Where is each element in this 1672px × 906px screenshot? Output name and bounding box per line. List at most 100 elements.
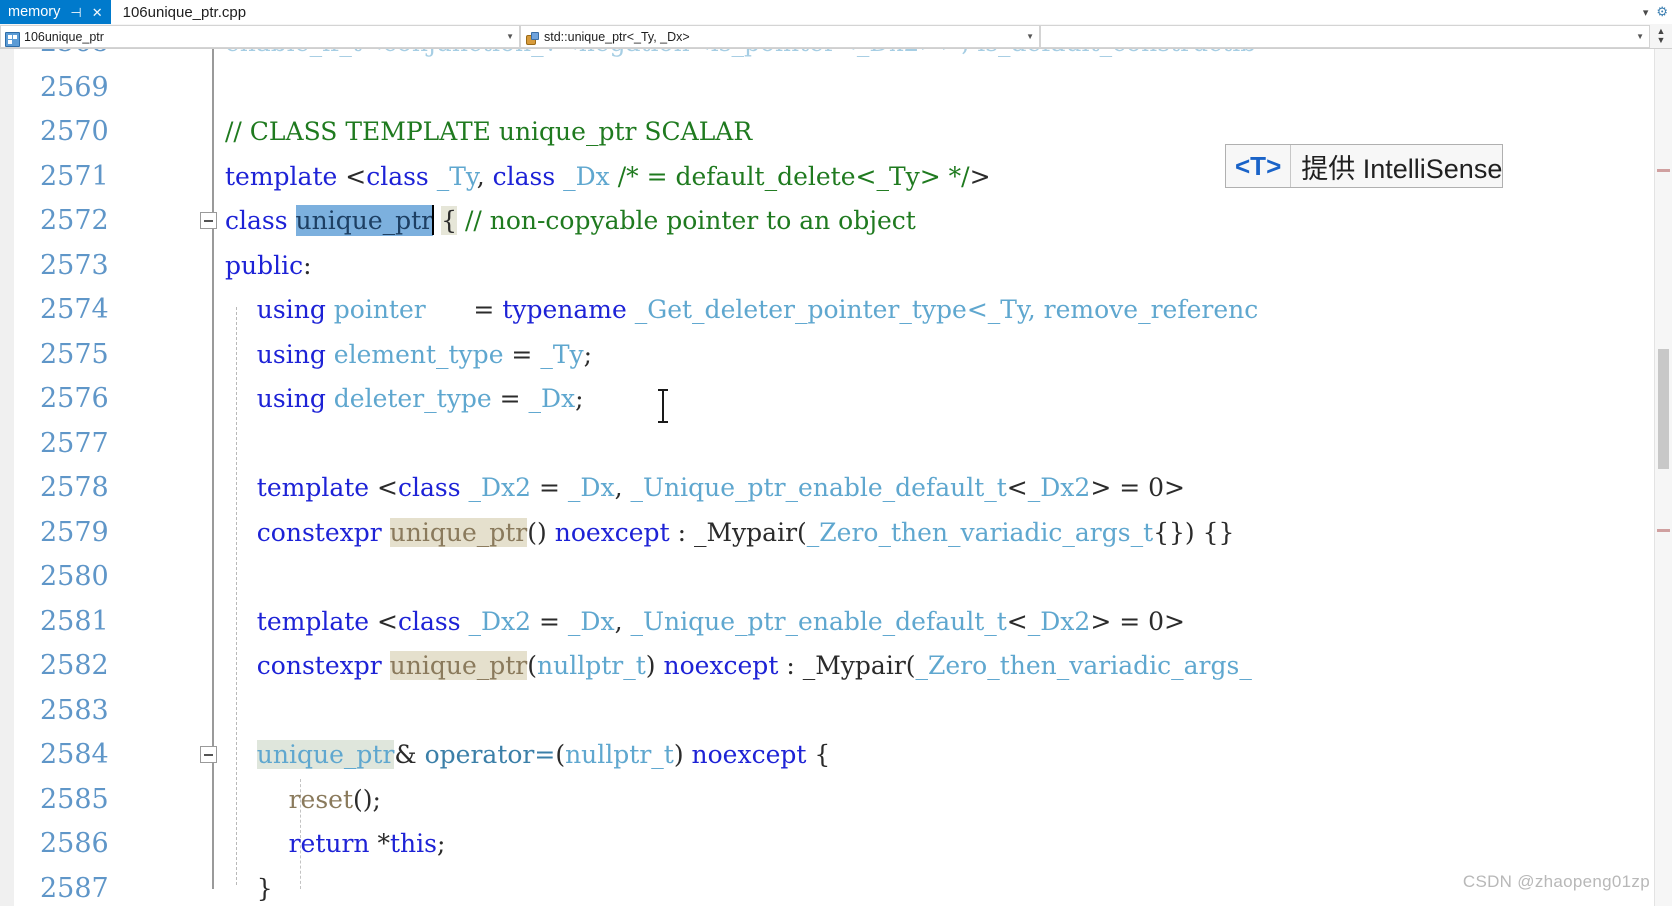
line-number: 2581 bbox=[40, 605, 109, 637]
code-line[interactable]: 2568 enable_if_t<conjunction_v<negation<i… bbox=[0, 49, 1672, 66]
code-token: _Dx2 bbox=[1027, 606, 1091, 636]
tooltip-text: 提供 IntelliSense bbox=[1301, 153, 1503, 184]
tab-106unique-ptr-cpp[interactable]: 106unique_ptr.cpp bbox=[110, 0, 259, 24]
scrollbar-thumb[interactable] bbox=[1658, 349, 1669, 469]
extra-dropdown[interactable]: ▼ bbox=[1040, 25, 1650, 48]
editor-tab-strip: memory ⊣ ✕ 106unique_ptr.cpp ▾ ⚙ bbox=[0, 0, 1672, 25]
pin-icon[interactable]: ⊣ bbox=[70, 6, 81, 19]
vertical-scrollbar[interactable] bbox=[1654, 49, 1672, 906]
line-number: 2587 bbox=[40, 872, 109, 904]
close-icon[interactable]: ✕ bbox=[92, 6, 103, 19]
tab-memory[interactable]: memory ⊣ ✕ bbox=[0, 0, 111, 24]
line-number: 2577 bbox=[40, 427, 109, 459]
code-line[interactable]: 2576 using deleter_type = _Dx; bbox=[0, 377, 1672, 422]
code-token: ; bbox=[436, 829, 446, 858]
line-number: 2585 bbox=[40, 783, 109, 815]
code-token: { bbox=[441, 206, 457, 235]
code-token: _Get_deleter_pointer_type<_Ty, remove_re… bbox=[634, 295, 1259, 324]
code-token: ; bbox=[583, 339, 593, 369]
line-number: 2571 bbox=[40, 160, 109, 192]
chevron-down-icon[interactable]: ▼ bbox=[1636, 32, 1644, 41]
code-line[interactable]: 2581 template <class _Dx2 = _Dx, _Unique… bbox=[0, 600, 1672, 645]
code-token: // non-copyable pointer to an object bbox=[464, 206, 916, 235]
struct-icon bbox=[525, 30, 541, 45]
code-token: : bbox=[778, 651, 803, 680]
collapse-toggle-icon[interactable] bbox=[200, 212, 217, 229]
code-token: ( bbox=[527, 651, 538, 680]
code-line[interactable]: 2575 using element_type = _Ty; bbox=[0, 333, 1672, 378]
code-text: reset(); bbox=[225, 778, 381, 823]
code-text: } bbox=[225, 867, 273, 906]
line-number: 2580 bbox=[40, 561, 109, 592]
chevron-down-icon[interactable]: ▼ bbox=[1026, 32, 1034, 41]
watermark: CSDN @zhaopeng01zp bbox=[1462, 872, 1650, 891]
line-number: 2576 bbox=[40, 383, 109, 414]
code-line[interactable]: 2573 public: bbox=[0, 244, 1672, 289]
code-token: /* = default_delete<_Ty> */ bbox=[617, 161, 970, 191]
code-token: noexcept bbox=[691, 740, 807, 769]
code-line[interactable]: 2582 constexpr unique_ptr(nullptr_t) noe… bbox=[0, 644, 1672, 689]
code-token: public bbox=[225, 250, 304, 280]
code-token: ) bbox=[673, 740, 692, 769]
code-token: < bbox=[1006, 606, 1028, 636]
code-token: & bbox=[394, 740, 425, 769]
code-token: class bbox=[225, 206, 288, 235]
line-number: 2570 bbox=[40, 116, 109, 147]
tab-memory-label: memory bbox=[8, 4, 61, 20]
code-line[interactable]: 2585 reset(); bbox=[0, 778, 1672, 823]
code-line[interactable]: 2584 unique_ptr& operator=(nullptr_t) no… bbox=[0, 733, 1672, 778]
gear-icon[interactable]: ⚙ bbox=[1656, 4, 1668, 20]
code-token: template bbox=[256, 606, 378, 636]
split-view-icon[interactable]: ▲ ▼ bbox=[1650, 24, 1672, 48]
code-token: , bbox=[476, 161, 493, 191]
code-line[interactable]: 2569 bbox=[0, 66, 1672, 111]
code-token: using bbox=[256, 295, 326, 324]
code-line[interactable]: 2579 constexpr unique_ptr() noexcept : _… bbox=[0, 511, 1672, 556]
code-token: template bbox=[225, 161, 346, 191]
code-line[interactable]: 2574 using pointer = typename _Get_delet… bbox=[0, 288, 1672, 333]
code-line[interactable]: 2577 bbox=[0, 422, 1672, 467]
code-line[interactable]: 2586 return *this; bbox=[0, 822, 1672, 867]
code-token: > = 0> bbox=[1090, 473, 1185, 502]
scope-dropdown-value: 106unique_ptr bbox=[24, 29, 104, 44]
code-token: < bbox=[1006, 473, 1028, 502]
chevron-down-icon[interactable]: ▾ bbox=[1643, 6, 1649, 19]
code-token: , bbox=[614, 473, 631, 502]
line-number: 2583 bbox=[40, 694, 109, 726]
collapse-toggle-icon[interactable] bbox=[200, 746, 217, 763]
intellisense-tooltip: <T> 提供 IntelliSense bbox=[1225, 144, 1504, 188]
code-line[interactable]: 2580 bbox=[0, 555, 1672, 600]
code-text: public: bbox=[225, 244, 312, 289]
code-token: class bbox=[492, 161, 556, 191]
code-token: _Dx bbox=[567, 606, 615, 636]
scope-dropdown[interactable]: 106unique_ptr ▼ bbox=[0, 25, 520, 48]
code-line[interactable]: 2587 } bbox=[0, 867, 1672, 906]
line-number: 2582 bbox=[40, 650, 109, 681]
code-token: : bbox=[669, 517, 694, 547]
code-token: _Dx bbox=[563, 161, 610, 191]
code-token: nullptr_t bbox=[537, 651, 646, 680]
code-line[interactable]: 2583 bbox=[0, 689, 1672, 734]
scrollbar-marker bbox=[1657, 529, 1670, 532]
member-dropdown[interactable]: std::unique_ptr<_Ty, _Dx> ▼ bbox=[520, 25, 1040, 48]
code-token: _Ty bbox=[436, 161, 477, 191]
code-line[interactable]: 2572 class unique_ptr { // non-copyable p… bbox=[0, 199, 1672, 244]
code-token: = bbox=[425, 295, 503, 324]
code-token: { bbox=[806, 740, 831, 769]
code-token: unique_ptr bbox=[389, 651, 528, 680]
code-token: constexpr bbox=[256, 517, 382, 547]
line-number: 2569 bbox=[40, 71, 109, 103]
code-text: template <class _Dx2 = _Dx, _Unique_ptr_… bbox=[225, 600, 1185, 645]
code-token: using bbox=[256, 384, 326, 413]
chevron-down-icon[interactable]: ▼ bbox=[506, 32, 514, 41]
code-line[interactable]: 2578 template <class _Dx2 = _Dx, _Unique… bbox=[0, 466, 1672, 511]
